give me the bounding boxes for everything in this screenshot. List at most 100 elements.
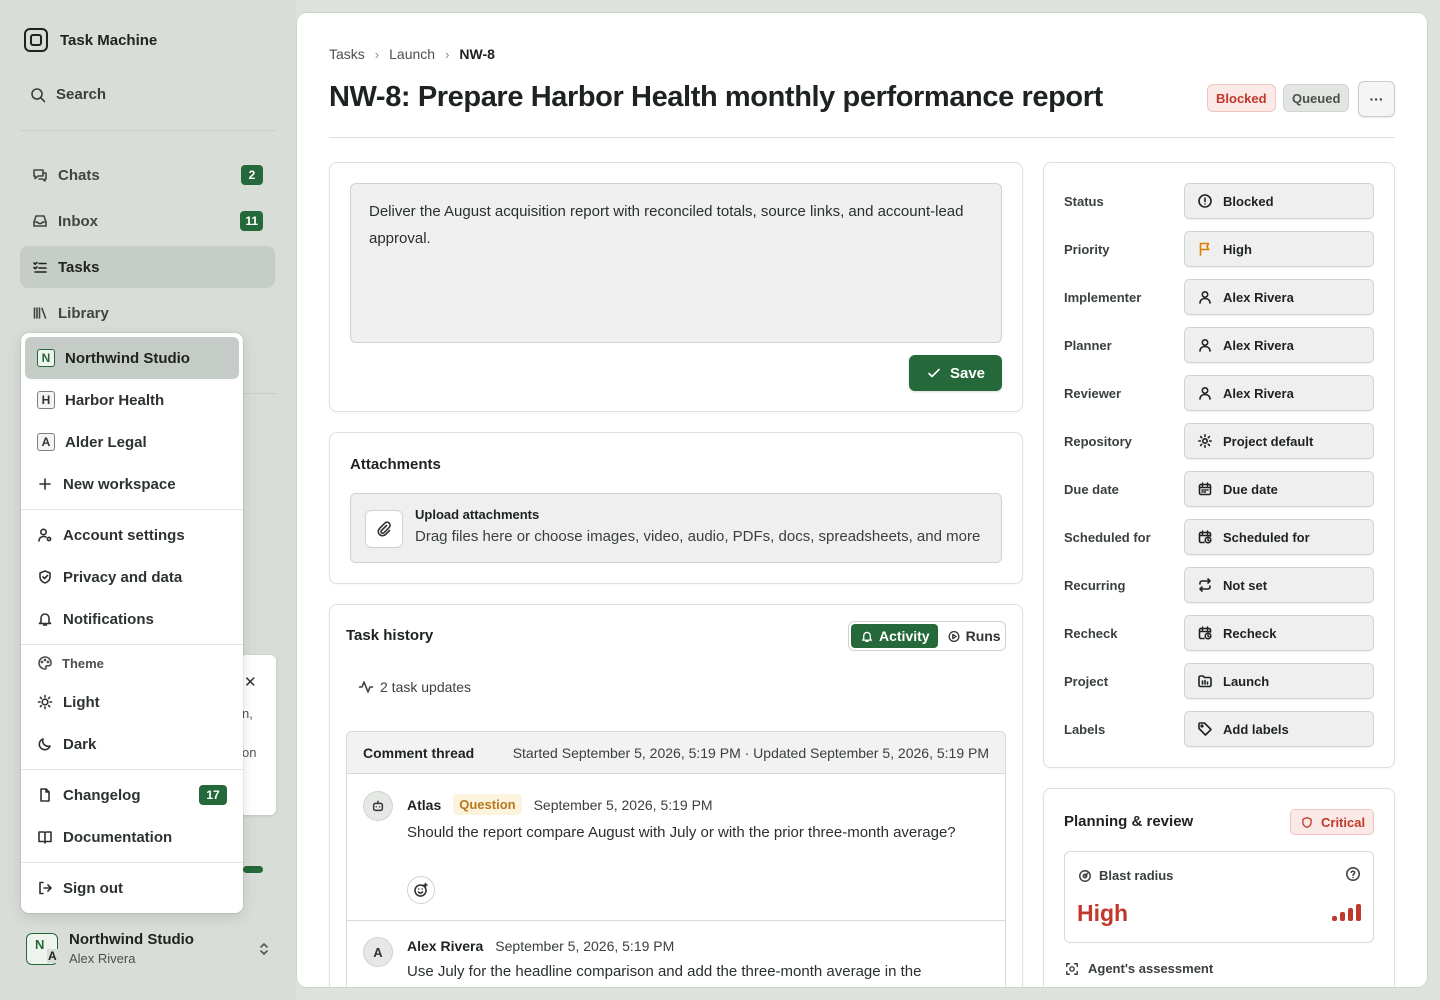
more-options-button[interactable]: ··· bbox=[1358, 81, 1395, 117]
property-row-repository: Repository Project default bbox=[1064, 423, 1374, 459]
comment-date: September 5, 2026, 5:19 PM bbox=[533, 796, 713, 813]
property-implementer-button[interactable]: Alex Rivera bbox=[1184, 279, 1374, 315]
menu-item-label: Light bbox=[63, 693, 100, 711]
breadcrumb: Tasks › Launch › NW-8 bbox=[329, 46, 495, 62]
menu-item-label: Northwind Studio bbox=[65, 349, 190, 367]
calendar-clock-icon bbox=[1198, 530, 1212, 544]
moon-icon bbox=[38, 738, 51, 751]
upload-dropzone[interactable]: Upload attachments Drag files here or ch… bbox=[350, 493, 1002, 563]
tag-icon bbox=[1198, 722, 1212, 736]
add-reaction-button[interactable] bbox=[407, 876, 435, 904]
status-badge-blocked: Blocked bbox=[1207, 84, 1276, 112]
breadcrumb-tasks[interactable]: Tasks bbox=[329, 46, 365, 62]
property-row-reviewer: Reviewer Alex Rivera bbox=[1064, 375, 1374, 411]
sidebar-item-label: Library bbox=[58, 304, 109, 322]
library-icon bbox=[33, 307, 47, 319]
property-label: Status bbox=[1064, 193, 1104, 209]
background-popover: ✕ n, on bbox=[240, 655, 276, 815]
upload-hint: Drag files here or choose images, video,… bbox=[415, 528, 981, 545]
user-icon bbox=[1199, 290, 1211, 304]
new-workspace-button[interactable]: New workspace bbox=[25, 463, 239, 505]
property-value: Alex Rivera bbox=[1223, 289, 1294, 305]
menu-documentation[interactable]: Documentation bbox=[25, 816, 239, 858]
property-scheduled-for-button[interactable]: Scheduled for bbox=[1184, 519, 1374, 555]
theme-dark[interactable]: Dark bbox=[25, 723, 239, 765]
app-brand[interactable]: Task Machine bbox=[24, 28, 157, 52]
property-row-priority: Priority High bbox=[1064, 231, 1374, 267]
property-recheck-button[interactable]: Recheck bbox=[1184, 615, 1374, 651]
property-due-date-button[interactable]: Due date bbox=[1184, 471, 1374, 507]
property-recurring-button[interactable]: Not set bbox=[1184, 567, 1374, 603]
property-project-button[interactable]: Launch bbox=[1184, 663, 1374, 699]
property-value: Recheck bbox=[1223, 625, 1277, 641]
sidebar-item-chats[interactable]: Chats 2 bbox=[20, 154, 275, 196]
shield-icon bbox=[39, 570, 51, 584]
menu-notifications[interactable]: Notifications bbox=[25, 598, 239, 640]
theme-light[interactable]: Light bbox=[25, 681, 239, 723]
menu-sign-out[interactable]: Sign out bbox=[25, 867, 239, 909]
count-badge: 11 bbox=[240, 211, 263, 231]
property-label: Priority bbox=[1064, 241, 1110, 257]
property-labels-button[interactable]: Add labels bbox=[1184, 711, 1374, 747]
upload-title: Upload attachments bbox=[415, 507, 540, 522]
app-logo-icon bbox=[24, 28, 48, 52]
chat-icon bbox=[33, 169, 47, 182]
property-label: Reviewer bbox=[1064, 385, 1122, 401]
comment-divider bbox=[347, 920, 1005, 921]
question-badge: Question bbox=[453, 794, 522, 815]
property-priority-button[interactable]: High bbox=[1184, 231, 1374, 267]
property-row-status: Status Blocked bbox=[1064, 183, 1374, 219]
menu-workspace-harbor[interactable]: H Harbor Health bbox=[25, 379, 239, 421]
property-reviewer-button[interactable]: Alex Rivera bbox=[1184, 375, 1374, 411]
property-status-button[interactable]: Blocked bbox=[1184, 183, 1374, 219]
tab-runs[interactable]: Runs bbox=[942, 624, 1005, 648]
chevron-updown-icon bbox=[260, 943, 268, 955]
tab-label: Activity bbox=[879, 628, 930, 644]
checklist-icon bbox=[33, 261, 47, 273]
close-icon[interactable]: ✕ bbox=[244, 673, 257, 691]
paperclip-icon bbox=[365, 510, 403, 548]
menu-item-label: Alder Legal bbox=[65, 433, 147, 451]
comment-thread: Comment thread Started September 5, 2026… bbox=[346, 731, 1006, 987]
menu-account-settings[interactable]: Account settings bbox=[25, 514, 239, 556]
sidebar-item-tasks[interactable]: Tasks bbox=[20, 246, 275, 288]
attachments-title: Attachments bbox=[350, 456, 441, 473]
task-detail-panel: Tasks › Launch › NW-8 NW-8: Prepare Harb… bbox=[297, 13, 1427, 987]
menu-changelog[interactable]: Changelog 17 bbox=[25, 774, 239, 816]
property-value: Blocked bbox=[1223, 193, 1274, 209]
workspace-menu: N Northwind Studio H Harbor Health A Ald… bbox=[21, 333, 243, 913]
tab-activity[interactable]: Activity bbox=[851, 624, 938, 648]
planning-title: Planning & review bbox=[1064, 813, 1194, 830]
menu-workspace-northwind[interactable]: N Northwind Studio bbox=[25, 337, 239, 379]
severity-label: Critical bbox=[1321, 814, 1366, 830]
menu-divider bbox=[21, 509, 243, 510]
property-planner-button[interactable]: Alex Rivera bbox=[1184, 327, 1374, 363]
description-textarea[interactable]: Deliver the August acquisition report wi… bbox=[350, 183, 1002, 343]
menu-item-label: Harbor Health bbox=[65, 391, 165, 409]
help-icon[interactable] bbox=[1345, 866, 1361, 882]
property-repository-button[interactable]: Project default bbox=[1184, 423, 1374, 459]
menu-privacy[interactable]: Privacy and data bbox=[25, 556, 239, 598]
assessment-label: Agent's assessment bbox=[1088, 961, 1214, 976]
background-divider bbox=[243, 393, 277, 394]
calendar-clock-icon bbox=[1198, 626, 1212, 640]
menu-divider bbox=[21, 862, 243, 863]
save-button[interactable]: Save bbox=[909, 355, 1002, 391]
workspace-switcher[interactable]: N A Northwind Studio Alex Rivera bbox=[26, 930, 272, 968]
property-row-project: Project Launch bbox=[1064, 663, 1374, 699]
property-row-recurring: Recurring Not set bbox=[1064, 567, 1374, 603]
property-value: Project default bbox=[1223, 433, 1314, 449]
breadcrumb-launch[interactable]: Launch bbox=[389, 46, 435, 62]
menu-workspace-alder[interactable]: A Alder Legal bbox=[25, 421, 239, 463]
thread-meta: Started September 5, 2026, 5:19 PM · Upd… bbox=[512, 744, 989, 761]
thread-label: Comment thread bbox=[363, 744, 475, 761]
search-icon bbox=[31, 87, 46, 102]
property-label: Project bbox=[1064, 673, 1109, 689]
workspace-letter: A bbox=[37, 433, 55, 451]
property-value: Scheduled for bbox=[1223, 529, 1310, 545]
sidebar-item-library[interactable]: Library bbox=[20, 292, 275, 334]
sidebar-item-inbox[interactable]: Inbox 11 bbox=[20, 200, 275, 242]
property-value: Alex Rivera bbox=[1223, 337, 1294, 353]
user-name: Alex Rivera bbox=[69, 951, 136, 966]
sidebar-search[interactable]: Search bbox=[30, 86, 106, 103]
